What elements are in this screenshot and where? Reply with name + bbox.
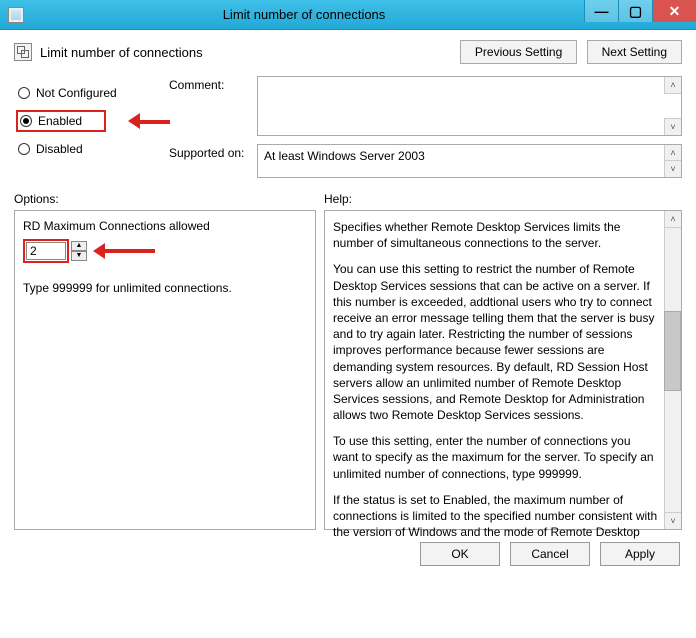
- minimize-button[interactable]: —: [584, 0, 618, 22]
- title-bar: Limit number of connections — ▢ ✕: [0, 0, 696, 30]
- scroll-up-icon[interactable]: ˄: [664, 77, 681, 94]
- cancel-button[interactable]: Cancel: [510, 542, 590, 566]
- radio-label: Disabled: [36, 142, 83, 156]
- previous-setting-button[interactable]: Previous Setting: [460, 40, 577, 64]
- scroll-down-icon[interactable]: ˅: [664, 118, 681, 135]
- scroll-down-icon[interactable]: ˅: [664, 512, 681, 529]
- comment-textarea[interactable]: ˄ ˅: [257, 76, 682, 136]
- help-section-label: Help:: [324, 192, 352, 206]
- options-panel: RD Maximum Connections allowed ▲ ▼ Type …: [14, 210, 316, 530]
- radio-icon: [18, 87, 30, 99]
- supported-on-value: At least Windows Server 2003: [258, 145, 681, 167]
- radio-label: Enabled: [38, 114, 82, 128]
- radio-disabled[interactable]: Disabled: [18, 142, 169, 156]
- annotation-arrow-icon: [128, 111, 178, 131]
- ok-button[interactable]: OK: [420, 542, 500, 566]
- supported-label: Supported on:: [169, 144, 249, 160]
- help-paragraph: To use this setting, enter the number of…: [333, 433, 659, 482]
- help-scrollbar[interactable]: ˄ ˅: [664, 211, 681, 529]
- supported-on-box: At least Windows Server 2003 ˄ ˅: [257, 144, 682, 178]
- scroll-down-icon[interactable]: ˅: [664, 160, 681, 177]
- window-controls: — ▢ ✕: [584, 0, 696, 29]
- scroll-up-icon[interactable]: ˄: [664, 211, 681, 228]
- window-title: Limit number of connections: [24, 7, 584, 22]
- unlimited-hint: Type 999999 for unlimited connections.: [23, 281, 307, 295]
- apply-button[interactable]: Apply: [600, 542, 680, 566]
- radio-enabled[interactable]: Enabled: [16, 110, 106, 132]
- scroll-thumb[interactable]: [664, 311, 681, 391]
- spinner-down-button[interactable]: ▼: [71, 251, 87, 261]
- help-paragraph: If the status is set to Enabled, the max…: [333, 492, 659, 541]
- radio-not-configured[interactable]: Not Configured: [18, 86, 169, 100]
- comment-label: Comment:: [169, 76, 249, 92]
- rd-max-connections-label: RD Maximum Connections allowed: [23, 219, 307, 233]
- help-paragraph: You can use this setting to restrict the…: [333, 261, 659, 423]
- window-icon: [8, 7, 24, 23]
- radio-label: Not Configured: [36, 86, 117, 100]
- help-paragraph: Specifies whether Remote Desktop Service…: [333, 219, 659, 251]
- help-panel: Specifies whether Remote Desktop Service…: [324, 210, 682, 530]
- annotation-arrow-icon: [93, 241, 163, 261]
- state-radio-group: Not Configured Enabled Disabled: [18, 86, 169, 156]
- policy-name: Limit number of connections: [40, 45, 203, 60]
- radio-icon: [18, 143, 30, 155]
- maximize-button[interactable]: ▢: [618, 0, 652, 22]
- close-button[interactable]: ✕: [652, 0, 696, 22]
- next-setting-button[interactable]: Next Setting: [587, 40, 682, 64]
- radio-icon: [20, 115, 32, 127]
- rd-max-connections-input[interactable]: [26, 242, 66, 260]
- options-section-label: Options:: [14, 192, 324, 206]
- policy-icon: [14, 43, 32, 61]
- spinner-up-button[interactable]: ▲: [71, 241, 87, 251]
- rd-max-connections-spinner[interactable]: [23, 239, 69, 263]
